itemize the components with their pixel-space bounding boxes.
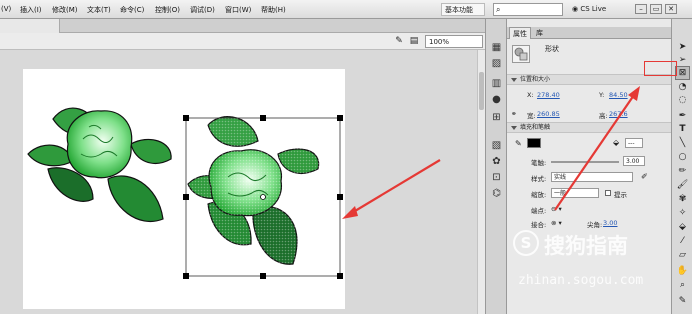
watermark: S 搜狗指南 zhinan.sogou.com — [510, 225, 678, 309]
sogou-logo-icon: S — [513, 230, 539, 256]
watermark-url: zhinan.sogou.com — [518, 273, 644, 288]
annotation-arrow-to-tool — [554, 86, 640, 211]
annotation-highlight-box — [644, 61, 677, 76]
watermark-name: 搜狗指南 — [544, 234, 628, 258]
annotation-arrow-to-stage — [342, 159, 441, 219]
flash-editor-window: (V) 插入(I) 修改(M) 文本(T) 命令(C) 控制(O) 调试(D) … — [0, 0, 692, 314]
